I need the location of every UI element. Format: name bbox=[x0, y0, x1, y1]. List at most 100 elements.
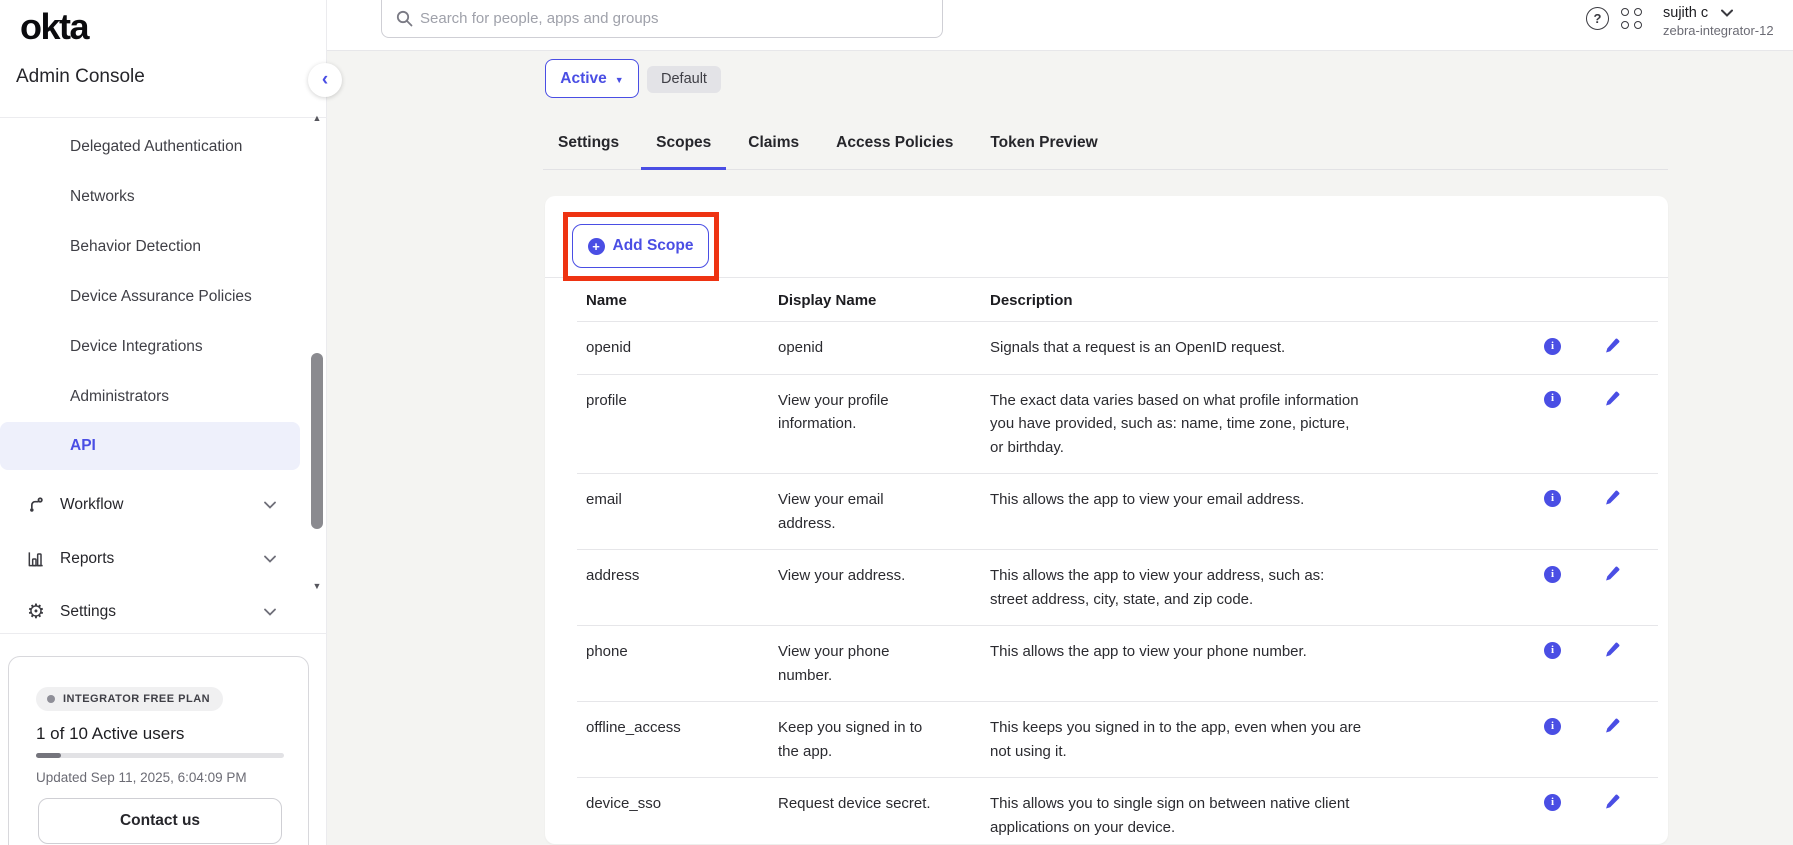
sidebar-divider bbox=[0, 633, 327, 634]
scope-display-name: View your profile information. bbox=[778, 389, 938, 460]
plan-usage-text: 1 of 10 Active users bbox=[36, 724, 308, 744]
info-icon[interactable]: i bbox=[1544, 490, 1561, 507]
sidebar-item-label: Delegated Authentication bbox=[70, 138, 242, 156]
sidebar-item-label: Settings bbox=[60, 603, 116, 621]
sidebar-divider bbox=[0, 117, 327, 118]
plan-badge-label: INTEGRATOR FREE PLAN bbox=[63, 693, 210, 705]
scope-display-name: View your phone number. bbox=[778, 640, 938, 687]
global-search bbox=[381, 0, 943, 38]
sidebar-item[interactable]: Device Assurance Policies bbox=[0, 272, 300, 322]
edit-icon[interactable] bbox=[1604, 566, 1620, 582]
sidebar-item-reports[interactable]: Reports bbox=[0, 532, 300, 586]
plus-icon: + bbox=[588, 238, 605, 255]
sidebar-item-label: Device Assurance Policies bbox=[70, 288, 252, 306]
table-row: offline_access Keep you signed in to the… bbox=[577, 702, 1658, 778]
scope-name: address bbox=[586, 564, 778, 611]
sidebar-item-settings[interactable]: ⚙ Settings bbox=[0, 585, 300, 639]
sidebar-collapse-button[interactable]: ‹ bbox=[308, 63, 342, 97]
table-row: phone View your phone number. This allow… bbox=[577, 626, 1658, 702]
status-dropdown-label: Active bbox=[560, 70, 607, 88]
default-badge: Default bbox=[647, 66, 721, 93]
scope-name: device_sso bbox=[586, 792, 778, 839]
okta-admin-console: okta Admin Console Delegated Authenticat… bbox=[0, 0, 1793, 845]
scope-name: openid bbox=[586, 336, 778, 360]
contact-us-button[interactable]: Contact us bbox=[38, 798, 282, 844]
scroll-up-arrow[interactable]: ▲ bbox=[309, 113, 325, 123]
scope-name: email bbox=[586, 488, 778, 535]
scope-description: This allows the app to view your phone n… bbox=[990, 640, 1362, 687]
table-row: openid openid Signals that a request is … bbox=[577, 322, 1658, 375]
edit-icon[interactable] bbox=[1604, 490, 1620, 506]
sidebar-item[interactable]: Device Integrations bbox=[0, 322, 300, 372]
column-header-display-name: Display Name bbox=[778, 292, 990, 309]
edit-icon[interactable] bbox=[1604, 718, 1620, 734]
edit-icon[interactable] bbox=[1604, 794, 1620, 810]
sidebar-item-label: Reports bbox=[60, 550, 114, 568]
sidebar-item[interactable]: Administrators bbox=[0, 372, 300, 422]
tab-bar: Settings Scopes Claims Access Policies T… bbox=[543, 121, 1668, 170]
sidebar-item-workflow[interactable]: Workflow bbox=[0, 478, 300, 532]
help-icon[interactable]: ? bbox=[1586, 7, 1609, 30]
edit-icon[interactable] bbox=[1604, 391, 1620, 407]
add-scope-button[interactable]: + Add Scope bbox=[572, 224, 709, 268]
edit-icon[interactable] bbox=[1604, 642, 1620, 658]
scope-description: This allows you to single sign on betwee… bbox=[990, 792, 1362, 839]
info-icon[interactable]: i bbox=[1544, 566, 1561, 583]
scrollbar-thumb[interactable] bbox=[311, 353, 323, 529]
table-row: profile View your profile information. T… bbox=[577, 375, 1658, 475]
info-icon[interactable]: i bbox=[1544, 718, 1561, 735]
info-icon[interactable]: i bbox=[1544, 338, 1561, 355]
info-icon[interactable]: i bbox=[1544, 794, 1561, 811]
plan-usage-progress-fill bbox=[36, 753, 61, 758]
search-icon bbox=[396, 10, 413, 27]
tab-token-preview[interactable]: Token Preview bbox=[975, 121, 1112, 170]
plan-status-dot bbox=[47, 695, 55, 703]
chevron-down-icon bbox=[1721, 5, 1733, 21]
sidebar-item-label: Workflow bbox=[60, 496, 123, 514]
column-header-name: Name bbox=[586, 292, 778, 309]
app-switcher-icon[interactable] bbox=[1621, 8, 1643, 30]
plan-usage-progressbar bbox=[36, 753, 284, 758]
scope-display-name: View your email address. bbox=[778, 488, 938, 535]
search-input[interactable] bbox=[420, 5, 920, 31]
sidebar-item-label: Behavior Detection bbox=[70, 238, 201, 256]
tab-claims[interactable]: Claims bbox=[733, 121, 814, 170]
info-icon[interactable]: i bbox=[1544, 391, 1561, 408]
sidebar-nav: Delegated Authentication Networks Behavi… bbox=[0, 122, 300, 470]
plan-badge: INTEGRATOR FREE PLAN bbox=[36, 687, 223, 711]
table-row: email View your email address. This allo… bbox=[577, 474, 1658, 550]
scope-display-name: Request device secret. bbox=[778, 792, 938, 839]
sidebar-item-label: Networks bbox=[70, 188, 135, 206]
reports-icon bbox=[25, 548, 47, 570]
caret-down-icon: ▼ bbox=[615, 75, 624, 85]
add-scope-label: Add Scope bbox=[613, 237, 694, 255]
scroll-down-arrow[interactable]: ▼ bbox=[309, 581, 325, 591]
org-name: zebra-integrator-12 bbox=[1663, 23, 1793, 38]
scope-description: This keeps you signed in to the app, eve… bbox=[990, 716, 1362, 763]
user-menu[interactable]: sujith c zebra-integrator-12 bbox=[1663, 5, 1793, 38]
workflow-icon bbox=[25, 494, 47, 516]
tab-scopes[interactable]: Scopes bbox=[641, 121, 726, 170]
plan-updated-timestamp: Updated Sep 11, 2025, 6:04:09 PM bbox=[36, 770, 308, 785]
tab-settings[interactable]: Settings bbox=[543, 121, 634, 170]
scope-description: This allows the app to view your address… bbox=[990, 564, 1362, 611]
table-header-row: Name Display Name Description bbox=[577, 278, 1658, 322]
edit-icon[interactable] bbox=[1604, 338, 1620, 354]
scope-description: This allows the app to view your email a… bbox=[990, 488, 1362, 535]
okta-logo: okta bbox=[20, 6, 88, 48]
table-row: device_sso Request device secret. This a… bbox=[577, 778, 1658, 845]
topbar: ? sujith c zebra-integrator-12 bbox=[327, 0, 1793, 51]
sidebar-scrollbar: ▲ ▼ bbox=[309, 113, 325, 591]
add-scope-section: + Add Scope bbox=[545, 196, 1668, 278]
sidebar-item[interactable]: Delegated Authentication bbox=[0, 122, 300, 172]
scopes-card: + Add Scope Name Display Name Descriptio… bbox=[545, 196, 1668, 844]
sidebar-item[interactable]: Networks bbox=[0, 172, 300, 222]
sidebar-item[interactable]: Behavior Detection bbox=[0, 222, 300, 272]
status-dropdown[interactable]: Active ▼ bbox=[545, 59, 639, 98]
sidebar-item-label: Administrators bbox=[70, 388, 169, 406]
console-title: Admin Console bbox=[16, 66, 145, 88]
sidebar-item-api[interactable]: API bbox=[0, 422, 300, 470]
tab-access-policies[interactable]: Access Policies bbox=[821, 121, 968, 170]
chevron-down-icon bbox=[264, 603, 276, 621]
info-icon[interactable]: i bbox=[1544, 642, 1561, 659]
